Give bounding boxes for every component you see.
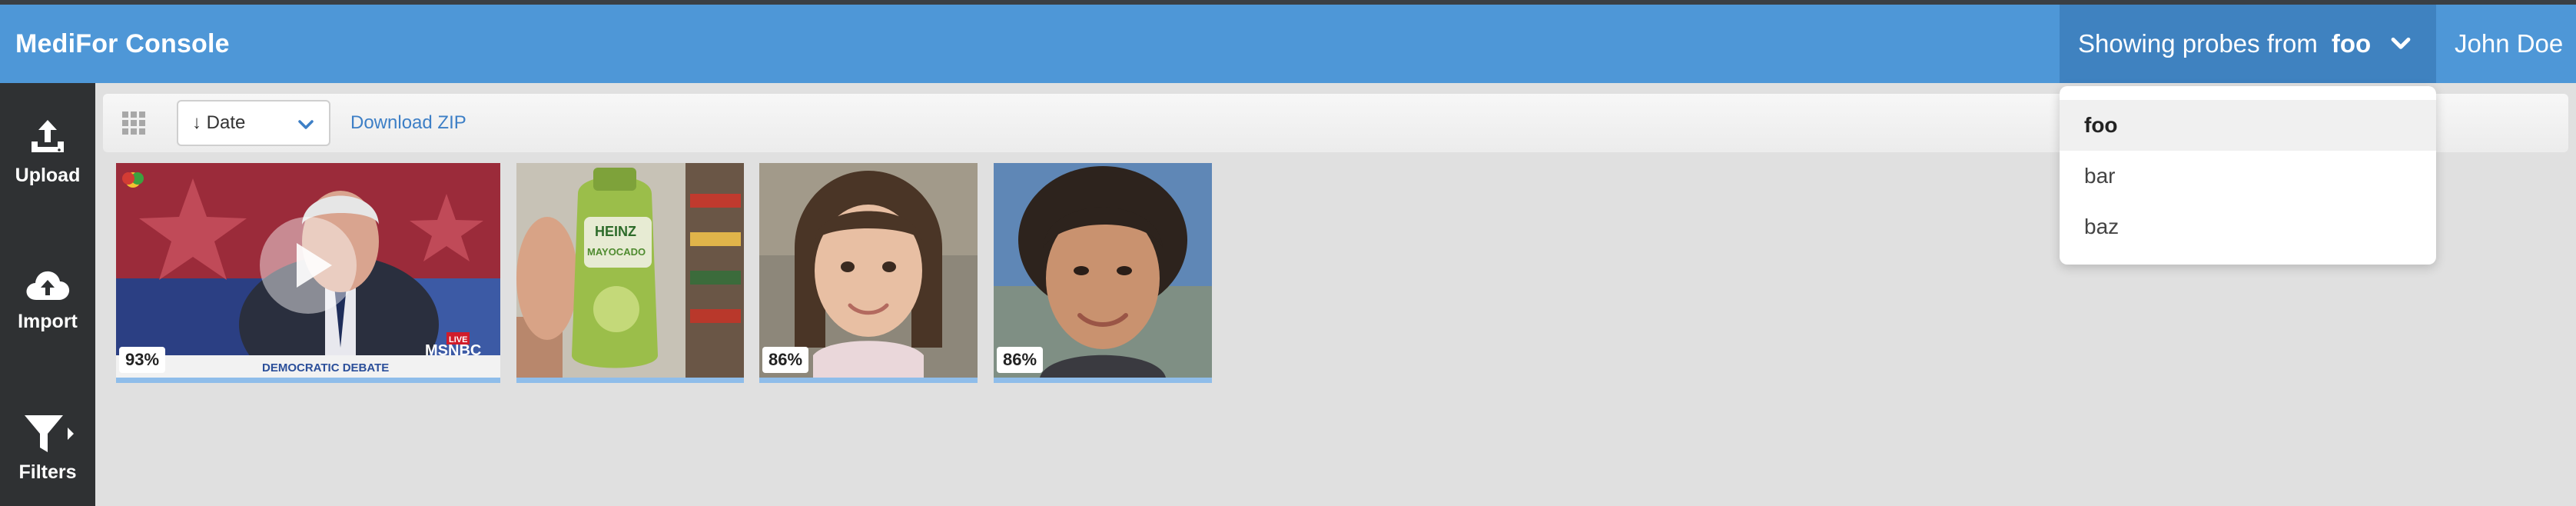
score-badge: 86% (762, 347, 809, 373)
probe-source-value: foo (2331, 29, 2372, 58)
video-caption: DEMOCRATIC DEBATE (262, 361, 389, 375)
sidebar-item-label: Import (18, 311, 78, 332)
grid-view-icon[interactable] (121, 111, 146, 135)
sidebar: Upload Import Filters (0, 83, 95, 506)
upload-icon (32, 120, 64, 152)
sort-select[interactable]: ↓ Date (177, 100, 330, 146)
score-badge: 93% (119, 347, 166, 373)
sidebar-item-label: Upload (15, 165, 81, 186)
play-icon[interactable] (258, 215, 358, 315)
filter-icon (25, 415, 74, 452)
dropdown-option-bar[interactable]: bar (2060, 151, 2436, 201)
probe-source-selector[interactable]: Showing probes from foo (2060, 5, 2436, 83)
sidebar-item-import[interactable]: Import (0, 266, 95, 333)
dropdown-option-foo[interactable]: foo (2060, 100, 2436, 151)
product-image: HEINZ MAYOCADO (516, 163, 744, 378)
download-zip-link[interactable]: Download ZIP (350, 94, 466, 152)
probe-thumbnail-video[interactable]: DEMOCRATIC DEBATE LIVE MSNBC 93% (116, 163, 500, 383)
probe-thumbnail-image[interactable]: 86% (994, 163, 1212, 383)
app-header: MediFor Console Showing probes from foo … (0, 5, 2576, 83)
dropdown-option-baz[interactable]: baz (2060, 201, 2436, 252)
probe-thumbnail-image[interactable]: 86% (759, 163, 978, 383)
probe-source-dropdown: foo bar baz (2060, 86, 2436, 265)
sidebar-item-label: Filters (18, 461, 77, 483)
score-badge: 86% (997, 347, 1044, 373)
probe-source-prefix: Showing probes from (2078, 29, 2318, 58)
portrait-image (759, 163, 978, 378)
product-brand-text: HEINZ (595, 224, 636, 239)
chevron-down-icon (298, 120, 314, 129)
cloud-upload-icon (26, 271, 70, 300)
app-title[interactable]: MediFor Console (15, 5, 230, 83)
user-menu[interactable]: John Doe (2436, 5, 2576, 83)
portrait-image (994, 163, 1212, 378)
network-logo: MSNBC (425, 342, 481, 359)
sort-select-value: ↓ Date (192, 112, 246, 133)
sidebar-item-upload[interactable]: Upload (0, 117, 95, 187)
product-name-text: MAYOCADO (587, 246, 646, 258)
chevron-down-icon (2391, 37, 2411, 49)
sidebar-item-filters[interactable]: Filters (0, 412, 95, 484)
probe-thumbnail-image[interactable]: HEINZ MAYOCADO (516, 163, 744, 383)
